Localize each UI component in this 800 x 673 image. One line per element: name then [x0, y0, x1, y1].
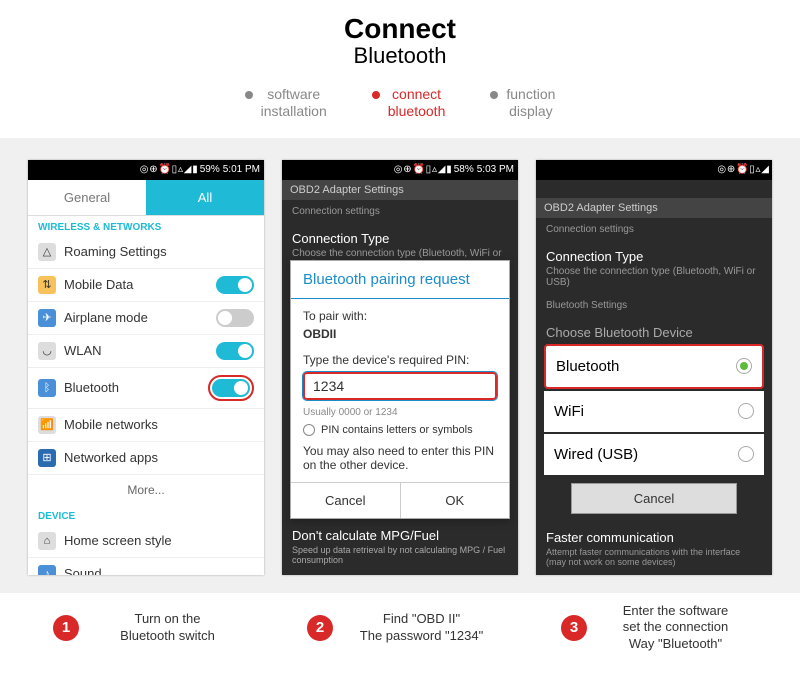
step-software[interactable]: softwareinstallation [245, 86, 327, 120]
row-mobile-networks[interactable]: 📶Mobile networks [28, 409, 264, 442]
pin-input[interactable]: 1234 [303, 372, 497, 400]
row-home-style[interactable]: ⌂Home screen style [28, 525, 264, 558]
row-mobile-data[interactable]: ⇅Mobile Data [28, 269, 264, 302]
toggle-wlan[interactable] [216, 342, 254, 360]
phone-2: ◎ ⊕ ⏰ ▯ ▵ ◢ ▮ 58% 5:03 PM OBD2 Adapter S… [282, 160, 518, 575]
pin-label: Type the device's required PIN: [303, 353, 497, 367]
faster-desc: Attempt faster communications with the i… [546, 547, 762, 567]
step-number: 3 [561, 615, 587, 641]
status-icons: ◎ ⊕ ⏰ ▯ ▵ ◢ [717, 164, 768, 175]
phones-row: ◎ ⊕ ⏰ ▯ ▵ ◢ ▮ 59% 5:01 PM General All WI… [0, 138, 800, 593]
settings-tabs: General All [28, 180, 264, 216]
toggle-airplane[interactable] [216, 309, 254, 327]
option-wifi[interactable]: WiFi [544, 391, 764, 432]
row-more[interactable]: More... [28, 475, 264, 505]
row-airplane[interactable]: ✈Airplane mode [28, 302, 264, 335]
bt-settings-label: Bluetooth Settings [536, 294, 772, 317]
row-bluetooth[interactable]: ᛒBluetooth [28, 368, 264, 409]
cancel-button[interactable]: Cancel [571, 483, 737, 514]
mpg-desc: Speed up data retrieval by not calculati… [292, 545, 508, 565]
section-device: DEVICE [28, 505, 264, 525]
roaming-icon: △ [38, 243, 56, 261]
conn-type-heading: Connection Type [292, 229, 508, 248]
conn-type-desc: Choose the connection type (Bluetooth, W… [546, 266, 762, 288]
row-roaming[interactable]: △Roaming Settings [28, 236, 264, 269]
toggle-bluetooth[interactable] [212, 379, 250, 397]
modal-title: Bluetooth pairing request [291, 261, 509, 299]
screen-title: OBD2 Adapter Settings [536, 198, 772, 218]
screen-title: OBD2 Adapter Settings [282, 180, 518, 200]
dot-icon [245, 91, 253, 99]
row-networked-apps[interactable]: ⊞Networked apps [28, 442, 264, 475]
airplane-icon: ✈ [38, 309, 56, 327]
pair-device: OBDII [303, 323, 497, 345]
radio-icon [738, 403, 754, 419]
dot-icon [372, 91, 380, 99]
sound-icon: ♪ [38, 565, 56, 575]
wifi-icon: ◡ [38, 342, 56, 360]
battery-pct: 58% [454, 164, 474, 175]
row-sound[interactable]: ♪Sound [28, 558, 264, 575]
modal-buttons: Cancel OK [291, 482, 509, 518]
caption-2: 2 Find "OBD II"The password "1234" [282, 603, 518, 654]
status-time: 5:03 PM [477, 164, 514, 175]
choose-device-label: Choose Bluetooth Device [546, 323, 762, 342]
option-bluetooth[interactable]: Bluetooth [544, 344, 764, 389]
pairing-modal: Bluetooth pairing request To pair with: … [290, 260, 510, 519]
row-wlan[interactable]: ◡WLAN [28, 335, 264, 368]
step-number: 2 [307, 615, 333, 641]
step-function[interactable]: functiondisplay [490, 86, 555, 120]
status-bar: ◎ ⊕ ⏰ ▯ ▵ ◢ [536, 160, 772, 180]
highlight-box [208, 375, 254, 401]
radio-icon [738, 446, 754, 462]
battery-pct: 59% [200, 164, 220, 175]
antenna-icon: 📶 [38, 416, 56, 434]
section-label: Connection settings [282, 200, 518, 223]
option-wired[interactable]: Wired (USB) [544, 434, 764, 475]
radio-icon [736, 358, 752, 374]
status-bar: ◎ ⊕ ⏰ ▯ ▵ ◢ ▮ 58% 5:03 PM [282, 160, 518, 180]
apps-icon: ⊞ [38, 449, 56, 467]
ok-button[interactable]: OK [401, 483, 510, 518]
pin-letters-checkbox[interactable]: PIN contains letters or symbols [303, 420, 497, 440]
mpg-heading: Don't calculate MPG/Fuel [292, 526, 508, 545]
radio-icon [303, 424, 315, 436]
captions-row: 1 Turn on theBluetooth switch 2 Find "OB… [0, 593, 800, 673]
phone-3: ◎ ⊕ ⏰ ▯ ▵ ◢ Saving screenshot... OBD2 Ad… [536, 160, 772, 575]
dot-icon [490, 91, 498, 99]
pair-label: To pair with: [303, 309, 497, 323]
subtitle: Bluetooth [0, 43, 800, 69]
pin-note: You may also need to enter this PIN on t… [303, 444, 497, 472]
pin-hint: Usually 0000 or 1234 [303, 405, 497, 420]
conn-type-heading: Connection Type [546, 247, 762, 266]
tab-all[interactable]: All [146, 180, 264, 215]
page-header: Connect Bluetooth [0, 0, 800, 74]
section-label: Connection settings [536, 218, 772, 241]
step-number: 1 [53, 615, 79, 641]
tab-general[interactable]: General [28, 180, 146, 215]
bluetooth-icon: ᛒ [38, 379, 56, 397]
status-time: 5:01 PM [223, 164, 260, 175]
step-connect[interactable]: connectbluetooth [372, 86, 446, 120]
title: Connect [0, 15, 800, 43]
step-nav: softwareinstallation connectbluetooth fu… [0, 74, 800, 138]
status-icons: ◎ ⊕ ⏰ ▯ ▵ ◢ ▮ [394, 164, 451, 175]
cancel-button[interactable]: Cancel [291, 483, 401, 518]
toggle-mobile-data[interactable] [216, 276, 254, 294]
data-icon: ⇅ [38, 276, 56, 294]
caption-3: 3 Enter the softwareset the connectionWa… [536, 603, 772, 654]
status-bar: ◎ ⊕ ⏰ ▯ ▵ ◢ ▮ 59% 5:01 PM [28, 160, 264, 180]
faster-heading[interactable]: Faster communication [546, 528, 762, 547]
section-wireless: WIRELESS & NETWORKS [28, 216, 264, 236]
caption-1: 1 Turn on theBluetooth switch [28, 603, 264, 654]
phone-1: ◎ ⊕ ⏰ ▯ ▵ ◢ ▮ 59% 5:01 PM General All WI… [28, 160, 264, 575]
status-icons: ◎ ⊕ ⏰ ▯ ▵ ◢ ▮ [140, 164, 197, 175]
home-icon: ⌂ [38, 532, 56, 550]
